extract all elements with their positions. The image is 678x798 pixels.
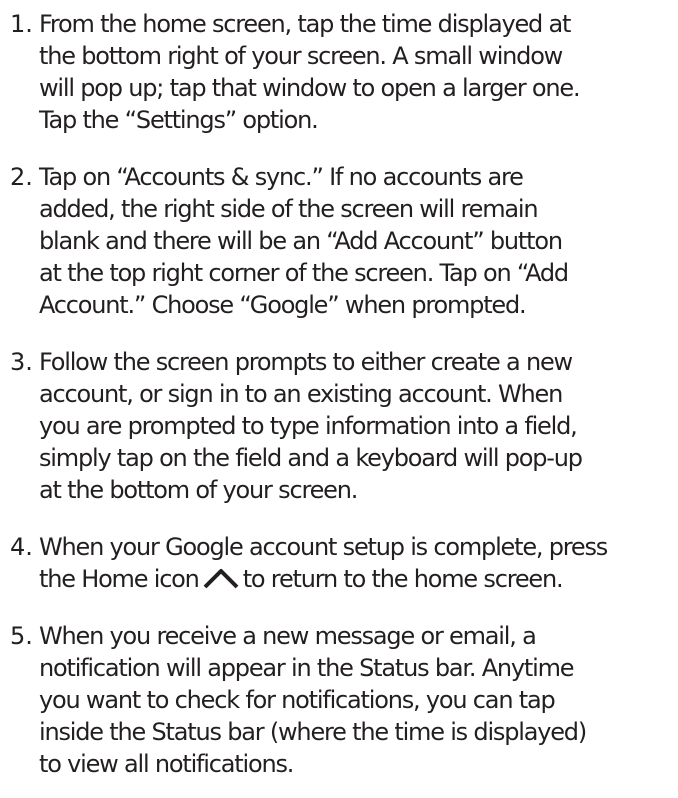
step-line: the bottom right of your screen. A small…: [39, 42, 563, 70]
step-line: at the top right corner of the screen. T…: [39, 259, 569, 287]
step-line: will pop up; tap that window to open a l…: [39, 74, 581, 102]
step-line: Follow the screen prompts to either crea…: [39, 348, 573, 376]
step-line: Tap the “Settings” option.: [39, 106, 319, 134]
step-3: 3. Follow the screen prompts to either c…: [10, 346, 678, 506]
step-text: Tap on “Accounts & sync.” If no accounts…: [39, 161, 678, 321]
step-number: 5.: [10, 622, 33, 650]
step-text: From the home screen, tap the time displ…: [39, 8, 678, 136]
step-1: 1. From the home screen, tap the time di…: [10, 8, 678, 136]
step-line: you want to check for notifications, you…: [39, 686, 556, 714]
step-line: When your Google account setup is comple…: [39, 533, 608, 561]
step-line: simply tap on the field and a keyboard w…: [39, 444, 583, 472]
step-line: inside the Status bar (where the time is…: [39, 718, 587, 746]
step-text: Follow the screen prompts to either crea…: [39, 346, 678, 506]
step-line: account, or sign in to an existing accou…: [39, 380, 563, 408]
home-icon: [203, 567, 239, 589]
instruction-list: 1. From the home screen, tap the time di…: [0, 0, 678, 798]
step-line: When you receive a new message or email,…: [39, 622, 537, 650]
step-line-with-icon: the Home icon to return to the home scree…: [39, 563, 678, 595]
step-line: blank and there will be an “Add Account”…: [39, 227, 563, 255]
step-line: Account.” Choose “Google” when prompted.: [39, 291, 527, 319]
step-number: 3.: [10, 348, 33, 376]
step-number: 2.: [10, 163, 33, 191]
step-number: 1.: [10, 10, 33, 38]
step-line: notification will appear in the Status b…: [39, 654, 575, 682]
step-line-part: to return to the home screen.: [242, 565, 564, 593]
step-text: When you receive a new message or email,…: [39, 620, 678, 780]
step-number: 4.: [10, 533, 33, 561]
step-2: 2. Tap on “Accounts & sync.” If no accou…: [10, 161, 678, 321]
step-line: you are prompted to type information int…: [39, 412, 578, 440]
step-5: 5. When you receive a new message or ema…: [10, 620, 678, 780]
step-text: When your Google account setup is comple…: [39, 531, 678, 595]
step-line: to view all notifications.: [39, 750, 294, 778]
step-line-part: the Home icon: [39, 565, 200, 593]
step-4: 4. When your Google account setup is com…: [10, 531, 678, 595]
step-line: added, the right side of the screen will…: [39, 195, 539, 223]
step-line: at the bottom of your screen.: [39, 476, 358, 504]
step-line: Tap on “Accounts & sync.” If no accounts…: [39, 163, 524, 191]
step-line: From the home screen, tap the time displ…: [39, 10, 571, 38]
